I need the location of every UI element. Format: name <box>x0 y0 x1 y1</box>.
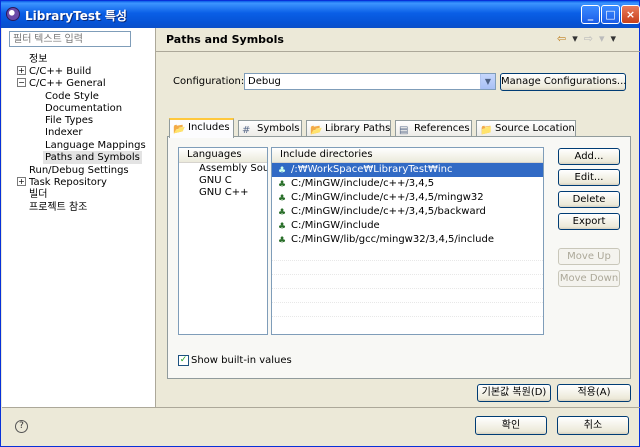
tab-source-location[interactable]: 📁 Source Location <box>476 120 576 137</box>
page-navigation: ⇦ ▾ ⇨ ▾ ▾ <box>557 32 622 45</box>
include-directory-item[interactable]: ♣ C:/MinGW/include/c++/3,4,5/mingw32 <box>272 191 543 205</box>
language-item[interactable]: GNU C <box>179 175 267 187</box>
cancel-button[interactable]: 취소 <box>557 416 629 435</box>
include-folder-icon: ♣ <box>278 194 287 204</box>
collapse-icon[interactable]: − <box>17 78 26 87</box>
configuration-label: Configuration: <box>173 76 245 87</box>
show-builtin-label[interactable]: Show built-in values <box>191 355 292 366</box>
eclipse-icon <box>6 7 20 21</box>
edit-button[interactable]: Edit... <box>558 169 620 186</box>
languages-header[interactable]: Languages <box>179 148 267 163</box>
include-directory-item[interactable]: ♣ C:/MinGW/lib/gcc/mingw32/3,4,5/include <box>272 233 543 247</box>
export-button[interactable]: Export <box>558 213 620 230</box>
footer-divider <box>2 407 640 408</box>
tree-item-project-references[interactable]: 프로젝트 참조 <box>29 201 87 214</box>
tab-includes[interactable]: 📂 Includes <box>169 118 234 138</box>
close-button[interactable]: × <box>621 5 640 24</box>
window-title: LibraryTest 특성 <box>25 9 127 23</box>
configuration-value: Debug <box>248 76 281 87</box>
include-folder-icon: ♣ <box>278 180 287 190</box>
include-folder-icon: ♣ <box>278 166 287 176</box>
chevron-down-icon[interactable]: ▾ <box>572 32 578 45</box>
include-directory-item[interactable]: ♣ C:/MinGW/include/c++/3,4,5/backward <box>272 205 543 219</box>
show-builtin-checkbox[interactable]: ✓ <box>178 355 189 366</box>
tree-item-paths-and-symbols[interactable]: Paths and Symbols <box>43 151 142 164</box>
expand-icon[interactable]: + <box>17 66 26 75</box>
include-folder-icon: ♣ <box>278 236 287 246</box>
expand-icon[interactable]: + <box>17 177 26 186</box>
empty-row <box>272 261 543 275</box>
maximize-button[interactable]: □ <box>601 5 620 24</box>
forward-arrow-icon[interactable]: ⇨ <box>584 32 593 45</box>
property-tree-panel: 정보 + C/C++ Build − C/C++ General Code St… <box>2 28 156 408</box>
include-folder-icon: ♣ <box>278 208 287 218</box>
add-button[interactable]: Add... <box>558 148 620 165</box>
configuration-select[interactable]: Debug ▼ <box>244 73 496 90</box>
back-arrow-icon[interactable]: ⇦ <box>557 32 566 45</box>
chevron-down-icon[interactable]: ▼ <box>480 74 495 89</box>
manage-configurations-button[interactable]: Manage Configurations... <box>500 73 626 91</box>
tab-symbols[interactable]: # Symbols <box>238 120 302 137</box>
language-item[interactable]: GNU C++ <box>179 187 267 199</box>
include-directory-item[interactable]: ♣ C:/MinGW/include <box>272 219 543 233</box>
properties-window: LibraryTest 특성 _ □ × 정보 + C/C++ Build − … <box>0 0 640 447</box>
include-directory-item[interactable]: ♣ C:/MinGW/include/c++/3,4,5 <box>272 177 543 191</box>
include-directories-list[interactable]: Include directories ♣/:₩WorkSpace₩Librar… <box>271 147 544 335</box>
delete-button[interactable]: Delete <box>558 191 620 208</box>
empty-row <box>272 275 543 289</box>
tree-item-builders[interactable]: 빌더 <box>29 188 47 201</box>
page-title: Paths and Symbols <box>166 33 284 46</box>
tree-item-cpp-general[interactable]: C/C++ General <box>29 77 106 90</box>
chevron-down-icon[interactable]: ▾ <box>599 32 605 45</box>
languages-list[interactable]: Languages Assembly Sou GNU C GNU C++ <box>178 147 268 335</box>
includes-icon: 📂 <box>173 124 186 135</box>
view-menu-icon[interactable]: ▾ <box>611 32 617 45</box>
language-item[interactable]: Assembly Sou <box>179 163 267 175</box>
tab-references[interactable]: ▤ References <box>395 120 472 137</box>
empty-row <box>272 247 543 261</box>
include-directory-item[interactable]: ♣/:₩WorkSpace₩LibraryTest₩inc <box>272 163 543 177</box>
tree-item-indexer[interactable]: Indexer <box>45 126 83 139</box>
filter-input[interactable] <box>9 31 131 47</box>
title-bar[interactable]: LibraryTest 특성 _ □ × <box>1 1 640 28</box>
include-folder-icon: ♣ <box>278 222 287 232</box>
help-icon[interactable]: ? <box>15 420 28 433</box>
empty-row <box>272 303 543 317</box>
ok-button[interactable]: 확인 <box>475 416 547 435</box>
tab-library-paths[interactable]: 📂 Library Paths <box>306 120 391 137</box>
header-divider <box>156 51 640 52</box>
apply-button[interactable]: 적용(A) <box>557 384 631 402</box>
include-directories-header[interactable]: Include directories <box>272 148 543 163</box>
minimize-button[interactable]: _ <box>581 5 600 24</box>
empty-row <box>272 289 543 303</box>
restore-defaults-button[interactable]: 기본값 복원(D) <box>477 384 551 402</box>
move-up-button[interactable]: Move Up <box>558 248 620 265</box>
move-down-button[interactable]: Move Down <box>558 270 620 287</box>
